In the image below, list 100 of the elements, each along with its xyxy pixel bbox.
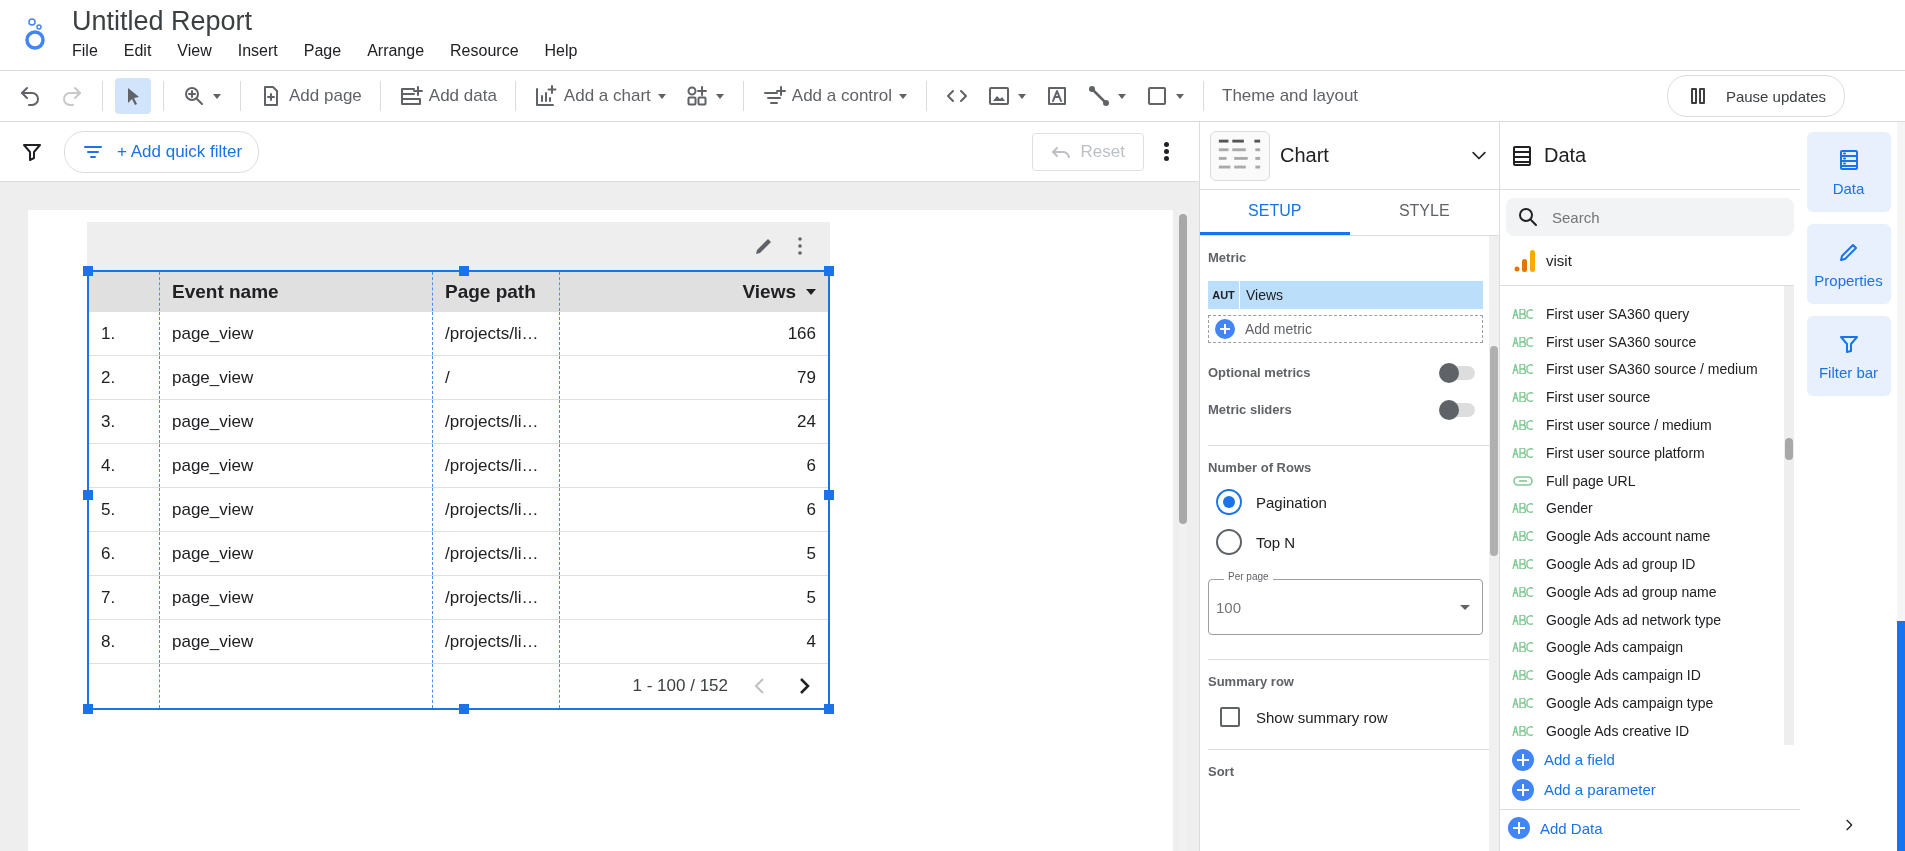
menu-item[interactable]: Help bbox=[544, 42, 578, 60]
field-item[interactable]: Google Ads campaign ID bbox=[1500, 661, 1784, 690]
scrollbar-thumb[interactable] bbox=[1490, 346, 1498, 556]
checkbox[interactable] bbox=[1220, 707, 1240, 727]
more-vertical-icon bbox=[798, 237, 802, 255]
scrollbar-thumb[interactable] bbox=[1785, 438, 1793, 460]
field-item[interactable]: Google Ads account name bbox=[1500, 522, 1784, 551]
text-type-icon bbox=[1512, 392, 1534, 403]
search-input[interactable]: Search bbox=[1550, 198, 1784, 236]
text-type-icon bbox=[1512, 336, 1534, 347]
pagination-range: 1 - 100 / 152 bbox=[632, 676, 728, 696]
caret-icon bbox=[656, 91, 667, 101]
row-number: 1. bbox=[100, 322, 117, 345]
column-header[interactable]: Event name bbox=[159, 272, 432, 311]
table-cell: page_view bbox=[159, 312, 432, 355]
table-cell: / bbox=[432, 356, 559, 399]
plus-icon bbox=[1512, 748, 1534, 771]
row-number: 6. bbox=[100, 542, 117, 565]
field-item[interactable]: Gender bbox=[1500, 494, 1784, 523]
field-item[interactable]: Full page URL bbox=[1500, 466, 1784, 495]
side-panel-button[interactable]: Filter bar bbox=[1806, 316, 1891, 396]
radio-button[interactable] bbox=[1216, 489, 1242, 515]
radio-label: Pagination bbox=[1256, 493, 1327, 511]
table-cell: /projects/li… bbox=[432, 488, 559, 531]
undo-icon bbox=[18, 84, 42, 108]
field-item[interactable]: Google Ads ad group ID bbox=[1500, 550, 1784, 578]
redo-icon bbox=[60, 84, 84, 108]
resize-handle[interactable] bbox=[824, 704, 834, 714]
radio-button[interactable] bbox=[1216, 529, 1242, 555]
side-panel-button[interactable]: Properties bbox=[1806, 224, 1891, 304]
add-chart-button[interactable]: Add a chart bbox=[527, 78, 673, 114]
add-page-button[interactable]: Add page bbox=[253, 78, 368, 114]
metric-chip[interactable]: AUT Views bbox=[1208, 281, 1483, 309]
text-type-icon bbox=[1512, 364, 1534, 375]
table-cell: page_view bbox=[159, 488, 432, 531]
add-field-link[interactable]: Add a field bbox=[1500, 744, 1800, 775]
select-button[interactable] bbox=[115, 78, 151, 114]
sort-descending-icon bbox=[806, 286, 816, 297]
text-type-icon bbox=[1512, 614, 1534, 625]
square-icon bbox=[1145, 84, 1169, 108]
scrollbar-thumb[interactable] bbox=[1179, 214, 1187, 524]
toggle-switch[interactable] bbox=[1441, 402, 1475, 417]
menu-item[interactable]: View bbox=[177, 42, 212, 60]
resize-handle[interactable] bbox=[83, 490, 93, 500]
text-type-icon bbox=[1512, 642, 1534, 653]
add-metric-button[interactable]: Add metric bbox=[1208, 315, 1483, 343]
resize-handle[interactable] bbox=[824, 266, 834, 276]
resize-handle[interactable] bbox=[458, 266, 469, 276]
field-item[interactable]: First user SA360 source / medium bbox=[1500, 355, 1784, 384]
add-data-button[interactable]: Add data bbox=[392, 78, 503, 114]
resize-handle[interactable] bbox=[458, 704, 469, 714]
menu-item[interactable]: Edit bbox=[123, 42, 152, 60]
text-type-icon bbox=[1512, 670, 1534, 681]
theme-layout-button[interactable]: Theme and layout bbox=[1216, 80, 1365, 112]
menu-item[interactable]: Arrange bbox=[367, 42, 425, 60]
side-panel-button[interactable]: Data bbox=[1806, 132, 1891, 212]
caret-icon bbox=[1175, 91, 1185, 101]
scrollbar-thumb[interactable] bbox=[1897, 621, 1905, 851]
add-quick-filter-button[interactable]: + Add quick filter bbox=[64, 130, 260, 173]
pause-updates-button[interactable]: Pause updates bbox=[1666, 75, 1845, 117]
menu-item[interactable]: File bbox=[72, 42, 98, 60]
caret-icon bbox=[898, 91, 908, 101]
add-data-link[interactable]: Add Data bbox=[1500, 808, 1800, 847]
image-icon bbox=[987, 84, 1011, 108]
chart-plus-icon bbox=[533, 84, 558, 108]
menu-item[interactable]: Page bbox=[303, 42, 342, 60]
panel-tab[interactable]: STYLE bbox=[1349, 190, 1499, 235]
row-number: 4. bbox=[100, 454, 117, 477]
report-title[interactable]: Untitled Report bbox=[72, 4, 578, 38]
menu-item[interactable]: Resource bbox=[450, 42, 519, 60]
add-control-button[interactable]: Add a control bbox=[755, 78, 914, 114]
panel-title: Data bbox=[1544, 144, 1587, 167]
table-cell: 166 bbox=[559, 312, 828, 355]
plus-icon bbox=[1512, 778, 1534, 801]
panel-tab[interactable]: SETUP bbox=[1200, 190, 1350, 235]
resize-handle[interactable] bbox=[83, 704, 93, 714]
table-cell: /projects/li… bbox=[432, 444, 559, 487]
data-source-name[interactable]: visit bbox=[1546, 252, 1572, 269]
text-type-icon bbox=[1512, 447, 1534, 458]
resize-handle[interactable] bbox=[83, 266, 93, 276]
field-item[interactable]: Google Ads campaign type bbox=[1500, 689, 1784, 717]
field-item[interactable]: First user source bbox=[1500, 383, 1784, 412]
table-cell: 5 bbox=[559, 532, 828, 575]
text-type-icon bbox=[1512, 559, 1534, 570]
field-item[interactable]: First user source / medium bbox=[1500, 411, 1784, 439]
menu-item[interactable]: Insert bbox=[237, 42, 278, 60]
field-item[interactable]: First user SA360 query bbox=[1500, 300, 1784, 328]
field-item[interactable]: Google Ads ad network type bbox=[1500, 605, 1784, 634]
field-item[interactable]: Google Ads ad group name bbox=[1500, 577, 1784, 606]
field-item[interactable]: First user SA360 source bbox=[1500, 327, 1784, 356]
add-parameter-link[interactable]: Add a parameter bbox=[1500, 774, 1800, 805]
resize-handle[interactable] bbox=[824, 490, 834, 500]
field-item[interactable]: First user source platform bbox=[1500, 439, 1784, 467]
search-field[interactable]: Search bbox=[1506, 198, 1794, 236]
table-cell: /projects/li… bbox=[432, 312, 559, 355]
field-item[interactable]: Google Ads campaign bbox=[1500, 633, 1784, 662]
field-item[interactable]: Google Ads creative ID bbox=[1500, 716, 1784, 745]
text-type-icon bbox=[1512, 503, 1534, 514]
toggle-switch[interactable] bbox=[1441, 365, 1475, 380]
table-cell: /projects/li… bbox=[432, 576, 559, 619]
